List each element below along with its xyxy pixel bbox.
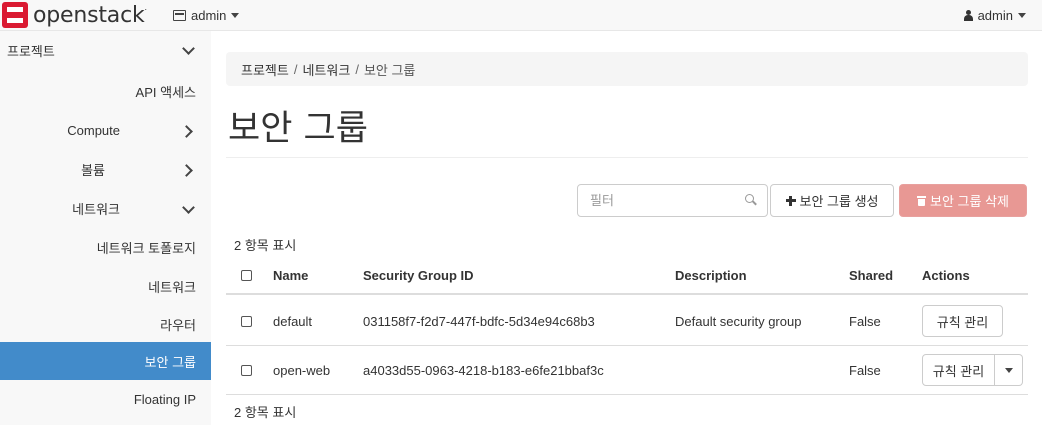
column-header-id[interactable]: Security Group ID: [363, 258, 474, 293]
column-header-name[interactable]: Name: [273, 258, 308, 293]
row-id: a4033d55-0963-4218-b183-e6fe21bbaf3c: [363, 362, 604, 378]
sidebar-item-label: API 액세스: [135, 85, 196, 100]
row-shared: False: [849, 362, 881, 378]
sidebar-item-api-access[interactable]: API 액세스: [0, 72, 211, 111]
column-header-shared[interactable]: Shared: [849, 258, 893, 293]
sidebar-item-networks[interactable]: 네트워크: [0, 267, 211, 306]
brand[interactable]: openstack.: [0, 2, 147, 28]
select-all-checkbox[interactable]: [241, 270, 252, 281]
row-description: Default security group: [675, 313, 802, 329]
item-count-top: 2 항목 표시: [234, 238, 297, 253]
filter-input[interactable]: [578, 185, 738, 216]
chevron-down-icon: [182, 44, 194, 56]
project-dropdown[interactable]: admin: [173, 8, 240, 23]
delete-security-groups-button[interactable]: 보안 그룹 삭제: [899, 184, 1027, 217]
sidebar: 프로젝트 API 액세스 Compute 볼륨 네트워크 네트워크 토폴로지 네…: [0, 31, 211, 425]
breadcrumb: 프로젝트 / 네트워크 / 보안 그룹: [226, 52, 1028, 86]
search-icon[interactable]: [745, 194, 757, 206]
sidebar-item-compute[interactable]: Compute: [0, 111, 211, 150]
table-row: open-web a4033d55-0963-4218-b183-e6fe21b…: [226, 346, 1028, 395]
sidebar-item-label: Compute: [67, 123, 120, 138]
breadcrumb-item-network[interactable]: 네트워크: [302, 60, 350, 79]
row-name-link[interactable]: default: [273, 297, 312, 345]
row-checkbox[interactable]: [241, 315, 252, 327]
sidebar-item-label: Floating IP: [133, 392, 196, 407]
page-title: 보안 그룹: [228, 109, 368, 149]
row-select-cell: [241, 346, 252, 394]
user-dropdown[interactable]: admin: [963, 8, 1026, 23]
column-header-actions: Actions: [922, 268, 970, 283]
more-actions-toggle[interactable]: [995, 354, 1023, 386]
sidebar-item-label: 네트워크 토폴로지: [96, 241, 196, 256]
chevron-down-icon: [182, 203, 194, 215]
caret-down-icon: [1004, 367, 1013, 373]
delete-button-label: 보안 그룹 삭제: [930, 194, 1009, 209]
sidebar-item-label: 프로젝트: [7, 43, 55, 59]
caret-down-icon: [231, 13, 240, 18]
create-security-group-button[interactable]: 보안 그룹 생성: [770, 184, 894, 217]
row-actions: 규칙 관리: [922, 305, 1003, 337]
sidebar-item-network-topology[interactable]: 네트워크 토폴로지: [0, 228, 211, 267]
sidebar-item-label: 보안 그룹: [144, 354, 196, 370]
sidebar-item-project[interactable]: 프로젝트: [0, 31, 211, 69]
breadcrumb-item-project[interactable]: 프로젝트: [241, 60, 289, 79]
user-icon: [963, 10, 973, 21]
row-select-cell: [241, 297, 252, 345]
sidebar-item-volumes[interactable]: 볼륨: [0, 150, 211, 189]
sidebar-item-routers[interactable]: 라우터: [0, 305, 211, 344]
divider: [226, 157, 1028, 158]
sidebar-item-label: 라우터: [160, 318, 196, 333]
row-checkbox[interactable]: [241, 364, 252, 376]
breadcrumb-item-current: 보안 그룹: [363, 62, 416, 78]
row-actions: 규칙 관리: [922, 354, 1023, 386]
row-shared: False: [849, 313, 881, 329]
top-navbar: openstack. admin admin: [0, 0, 1042, 31]
project-icon: [173, 10, 186, 21]
row-name-link[interactable]: open-web: [273, 346, 330, 394]
create-button-label: 보안 그룹 생성: [799, 194, 879, 209]
sidebar-item-label: 네트워크: [148, 280, 196, 295]
table-header-row: Name Security Group ID Description Share…: [226, 258, 1028, 295]
user-label: admin: [977, 8, 1013, 23]
caret-down-icon: [1018, 13, 1026, 18]
project-label: admin: [191, 8, 227, 23]
filter-box: [577, 184, 768, 217]
breadcrumb-separator: /: [293, 61, 298, 77]
sidebar-item-security-groups[interactable]: 보안 그룹: [0, 342, 211, 380]
manage-rules-button[interactable]: 규칙 관리: [922, 354, 995, 386]
openstack-logo-icon: [2, 2, 28, 28]
select-all-cell: [241, 258, 252, 293]
row-id: 031158f7-f2d7-447f-bdfc-5d34e94c68b3: [363, 313, 595, 329]
sidebar-item-network-group[interactable]: 네트워크: [0, 189, 211, 228]
column-header-description[interactable]: Description: [675, 258, 747, 293]
trash-icon: [917, 195, 926, 206]
item-count-bottom: 2 항목 표시: [234, 405, 297, 420]
brand-name: openstack.: [33, 2, 147, 28]
chevron-right-icon: [182, 125, 194, 137]
sidebar-item-floating-ip[interactable]: Floating IP: [0, 380, 211, 419]
sidebar-item-label: 네트워크: [72, 202, 120, 217]
breadcrumb-separator: /: [355, 61, 359, 77]
chevron-right-icon: [182, 164, 194, 176]
sidebar-item-label: 볼륨: [81, 163, 105, 178]
manage-rules-button[interactable]: 규칙 관리: [922, 305, 1003, 337]
table-row: default 031158f7-f2d7-447f-bdfc-5d34e94c…: [226, 297, 1028, 346]
plus-icon: [785, 195, 796, 206]
